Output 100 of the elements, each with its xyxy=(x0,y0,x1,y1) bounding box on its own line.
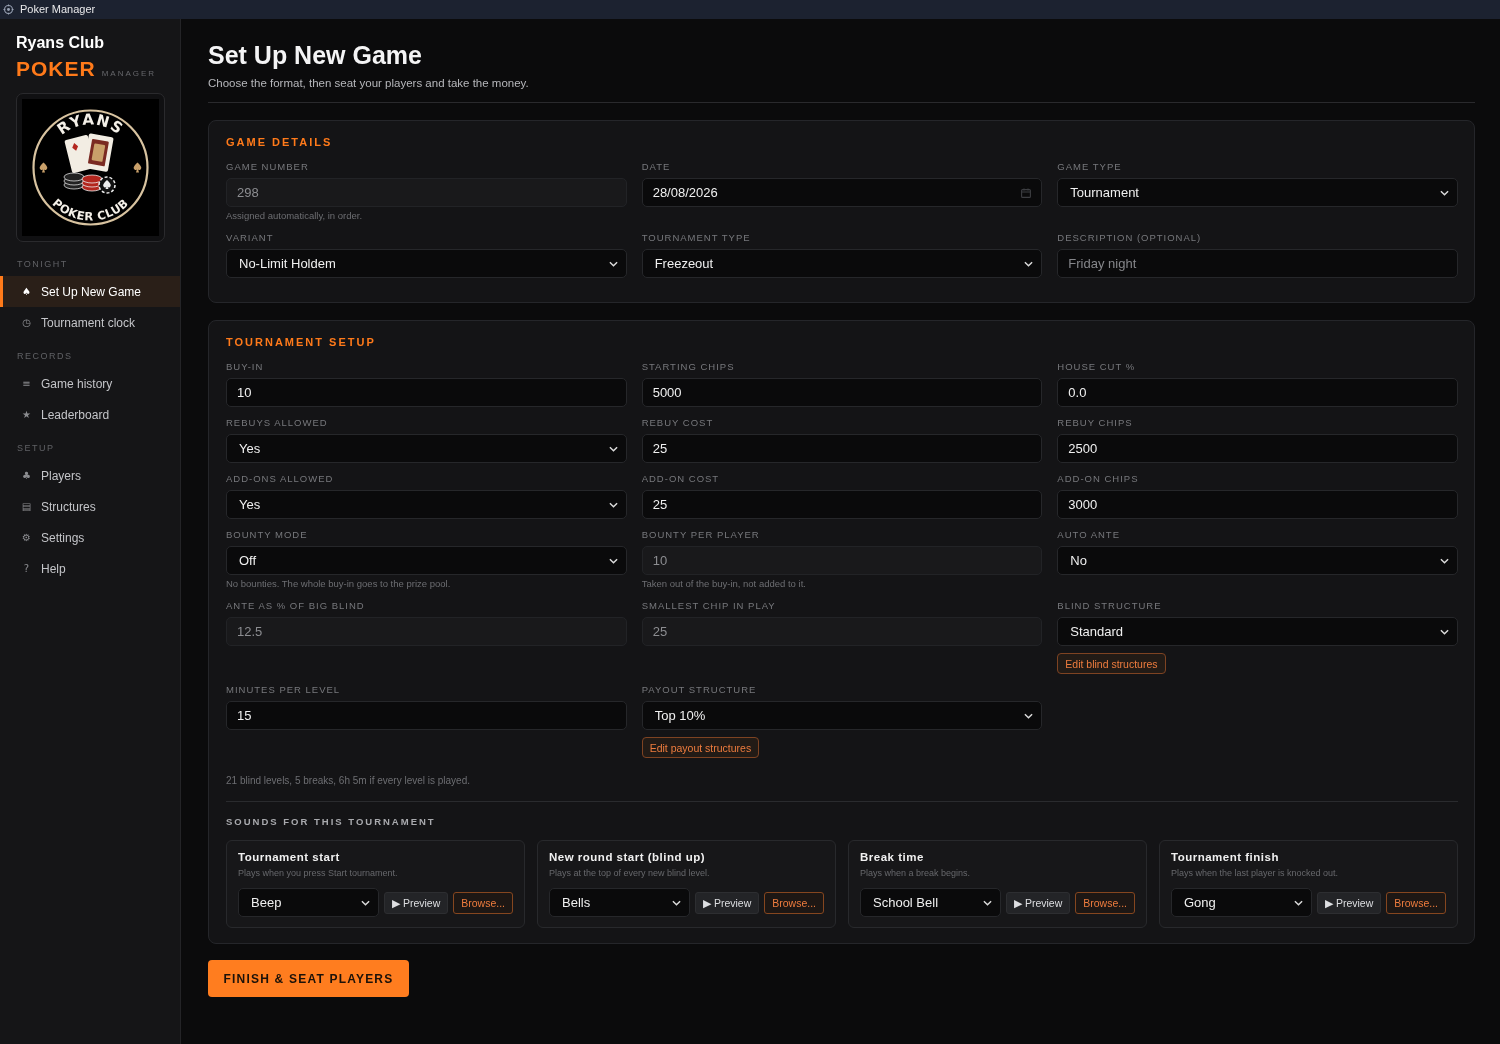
dropdown[interactable]: Beep xyxy=(238,888,379,917)
nav-item[interactable]: ★ Leaderboard xyxy=(0,399,180,430)
text-field[interactable]: 25 xyxy=(641,490,1043,519)
nav-section-heading: SETUP xyxy=(17,442,55,454)
sound-title: Break time xyxy=(860,850,924,864)
field-label: BUY-IN xyxy=(226,361,264,373)
page-title: Set Up New Game xyxy=(208,40,422,70)
chevron-icon xyxy=(608,260,618,267)
field-label: DATE xyxy=(641,161,671,173)
schedule-summary: 21 blind levels, 5 breaks, 6h 5m if every level is played. xyxy=(226,775,470,787)
help-icon: ? xyxy=(21,562,32,575)
field-label: HOUSE CUT % xyxy=(1057,361,1136,373)
dropdown[interactable]: Yes xyxy=(226,490,627,519)
finish-button[interactable]: FINISH & SEAT PLAYERS xyxy=(208,960,409,997)
dropdown[interactable]: Top 10% xyxy=(641,701,1043,730)
field-label: BOUNTY PER PLAYER xyxy=(641,529,760,541)
dropdown[interactable]: No-Limit Holdem xyxy=(226,249,627,278)
field-label: AUTO ANTE xyxy=(1057,529,1120,541)
chevron-icon xyxy=(1440,557,1449,564)
preview-button[interactable]: ▶ Preview xyxy=(383,891,449,914)
dropdown[interactable]: School Bell xyxy=(860,888,1001,917)
preview-button[interactable]: ▶ Preview xyxy=(1316,891,1382,914)
field-label: VARIANT xyxy=(226,232,274,244)
sound-title: Tournament finish xyxy=(1171,850,1279,864)
field-label: STARTING CHIPS xyxy=(641,361,735,373)
clock-icon: ◷ xyxy=(21,316,32,329)
preview-button[interactable]: ▶ Preview xyxy=(694,891,760,914)
field-label: REBUYS ALLOWED xyxy=(226,417,328,429)
field-label: ADD-ON CHIPS xyxy=(1057,473,1139,485)
field-hint: Assigned automatically, in order. xyxy=(226,210,363,222)
chevron-icon xyxy=(1440,189,1449,196)
section-heading: GAME DETAILS xyxy=(226,135,333,149)
chevron-icon xyxy=(608,557,618,564)
dropdown[interactable]: Tournament xyxy=(1057,178,1458,207)
page-subtitle: Choose the format, then seat your players and take the money. xyxy=(208,76,529,90)
text-field[interactable]: 15 xyxy=(226,701,627,730)
field-label: SMALLEST CHIP IN PLAY xyxy=(641,600,776,612)
logo-title: RYANS xyxy=(53,110,128,139)
sound-description: Plays when you press Start tournament. xyxy=(238,867,398,879)
spade-icon: ♠ xyxy=(21,285,32,298)
chevron-icon xyxy=(1024,712,1034,719)
browse-button[interactable]: Browse... xyxy=(453,891,513,914)
text-field[interactable]: 5000 xyxy=(641,378,1043,407)
nav-item[interactable]: ▤ Structures xyxy=(0,491,180,522)
edit-button[interactable]: Edit blind structures xyxy=(1057,653,1166,674)
dropdown[interactable]: Gong xyxy=(1171,888,1312,917)
sound-title: New round start (blind up) xyxy=(549,850,706,864)
date-field[interactable]: 28/08/2026 xyxy=(641,178,1043,207)
nav-section-heading: TONIGHT xyxy=(17,258,68,270)
chevron-icon xyxy=(360,899,370,906)
sound-description: Plays at the top of every new blind level. xyxy=(549,867,710,879)
chevron-icon xyxy=(608,445,618,452)
dropdown[interactable]: No xyxy=(1057,546,1458,575)
dropdown[interactable]: Bells xyxy=(549,888,690,917)
dropdown[interactable]: Freezeout xyxy=(641,249,1043,278)
star-icon: ★ xyxy=(21,408,32,421)
nav-item[interactable]: ≡ Game history xyxy=(0,368,180,399)
sound-description: Plays when the last player is knocked out. xyxy=(1171,867,1339,879)
dropdown[interactable]: Off xyxy=(226,546,627,575)
text-field[interactable]: 25 xyxy=(641,434,1043,463)
browse-button[interactable]: Browse... xyxy=(764,891,824,914)
brand-suffix: MANAGER xyxy=(101,69,157,79)
section-heading: TOURNAMENT SETUP xyxy=(226,335,376,349)
field-label: DESCRIPTION (OPTIONAL) xyxy=(1057,232,1202,244)
table-icon: ▤ xyxy=(21,500,32,513)
playing-cards-drawing xyxy=(64,133,114,174)
field-label: TOURNAMENT TYPE xyxy=(641,232,751,244)
settings-icon: ⚙ xyxy=(21,531,32,544)
field-label: ADD-ONS ALLOWED xyxy=(226,473,334,485)
spade-icon xyxy=(39,162,48,173)
nav-item[interactable]: ⚙ Settings xyxy=(0,522,180,553)
chevron-icon xyxy=(982,899,992,906)
sounds-heading: SOUNDS FOR THIS TOURNAMENT xyxy=(226,816,436,828)
browse-button[interactable]: Browse... xyxy=(1386,891,1446,914)
text-field[interactable]: 3000 xyxy=(1057,490,1458,519)
field-label: REBUY CHIPS xyxy=(1057,417,1133,429)
field-label: GAME TYPE xyxy=(1057,161,1122,173)
spade-icon xyxy=(133,162,142,173)
nav-item[interactable]: ◷ Tournament clock xyxy=(0,307,180,338)
preview-button[interactable]: ▶ Preview xyxy=(1005,891,1071,914)
nav-item[interactable]: ♣ Players xyxy=(0,460,180,491)
text-field[interactable]: 2500 xyxy=(1057,434,1458,463)
calendar-icon[interactable] xyxy=(1021,187,1032,198)
brand-name: POKER xyxy=(16,57,96,81)
browse-button[interactable]: Browse... xyxy=(1075,891,1135,914)
text-field[interactable]: 10 xyxy=(226,378,627,407)
chevron-icon xyxy=(608,501,618,508)
field-label: BLIND STRUCTURE xyxy=(1057,600,1162,612)
field-label: MINUTES PER LEVEL xyxy=(226,684,341,696)
nav-item[interactable]: ♠ Set Up New Game xyxy=(0,276,180,307)
chevron-icon xyxy=(1024,260,1034,267)
club-icon: ♣ xyxy=(21,469,32,482)
dropdown[interactable]: Yes xyxy=(226,434,627,463)
dropdown[interactable]: Standard xyxy=(1057,617,1458,646)
edit-button[interactable]: Edit payout structures xyxy=(641,737,760,758)
text-field[interactable]: Friday night xyxy=(1057,249,1458,278)
nav-item[interactable]: ? Help xyxy=(0,553,180,584)
text-field[interactable]: 0.0 xyxy=(1057,378,1458,407)
nav-section-heading: RECORDS xyxy=(17,350,73,362)
field-hint: Taken out of the buy-in, not added to it. xyxy=(641,578,806,590)
